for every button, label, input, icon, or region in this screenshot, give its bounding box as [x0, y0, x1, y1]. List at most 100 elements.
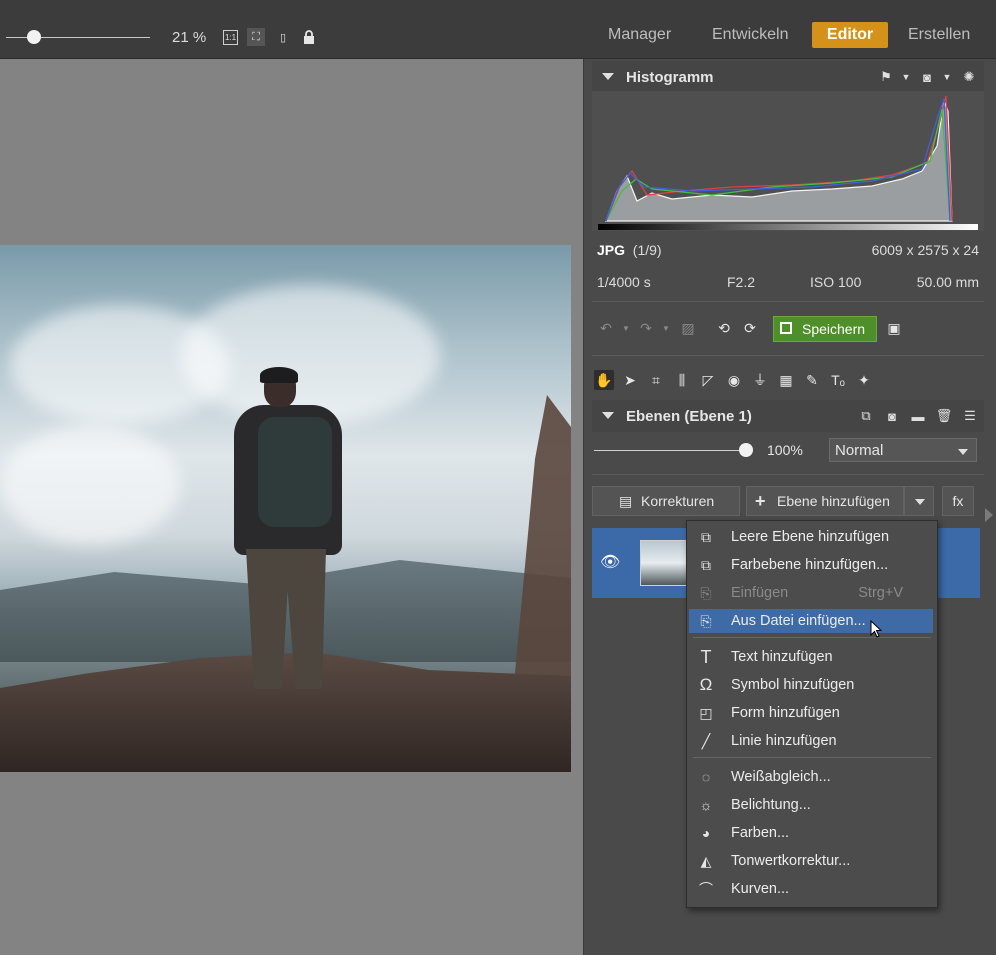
- opacity-value: 100%: [767, 442, 803, 458]
- rotate-right-icon[interactable]: ⟳: [740, 318, 760, 338]
- blend-mode-select[interactable]: Normal: [829, 438, 977, 462]
- perspective-tool-icon[interactable]: ⫼: [672, 370, 692, 390]
- shape-icon: ◰: [699, 705, 713, 721]
- shutter-speed: 1/4000 s: [597, 274, 651, 290]
- settings-icon[interactable]: ✺: [961, 69, 977, 85]
- lock-icon[interactable]: [300, 28, 318, 46]
- menu-item-colors[interactable]: ◕ Farben...: [689, 821, 933, 845]
- select-tool-icon[interactable]: ➤: [620, 370, 640, 390]
- menu-item-label: Symbol hinzufügen: [731, 677, 855, 693]
- selection-tool-icon[interactable]: ◸: [698, 370, 718, 390]
- undo-icon[interactable]: ↶: [596, 318, 616, 338]
- paste-icon: ⎘: [700, 585, 712, 601]
- hand-tool-icon[interactable]: ✋: [594, 370, 614, 390]
- one-to-one-icon[interactable]: 1:1: [223, 30, 238, 45]
- menu-item-white-balance[interactable]: ◌ Weißabgleich...: [689, 765, 933, 789]
- palette-icon: ◕: [701, 825, 711, 841]
- menu-item-label: Belichtung...: [731, 797, 811, 813]
- mouse-pointer-icon: [870, 620, 883, 638]
- highlight-warning-icon[interactable]: ⚑: [878, 69, 894, 85]
- menu-icon[interactable]: ☰: [962, 408, 978, 424]
- tab-entwickeln[interactable]: Entwickeln: [702, 22, 798, 48]
- expand-panel-icon[interactable]: [985, 508, 993, 522]
- zoom-slider-handle[interactable]: [27, 30, 41, 44]
- layer-mask-icon[interactable]: ◙: [884, 408, 900, 424]
- menu-item-add-shape[interactable]: ◰ Form hinzufügen: [689, 701, 933, 725]
- chevron-down-icon: [915, 499, 925, 505]
- mask-icon[interactable]: ◙: [919, 69, 935, 85]
- chevron-down-icon[interactable]: ▼: [939, 69, 955, 85]
- red-eye-tool-icon[interactable]: ◉: [724, 370, 744, 390]
- shortcut-label: Strg+V: [858, 585, 903, 601]
- brush-tool-icon[interactable]: ✎: [802, 370, 822, 390]
- menu-item-levels[interactable]: ◭ Tonwertkorrektur...: [689, 849, 933, 873]
- save-as-icon[interactable]: ▣: [884, 318, 904, 338]
- trash-icon[interactable]: 🗑: [936, 408, 953, 424]
- menu-separator: [693, 637, 931, 638]
- top-toolbar: 21 % 1:1 ⛶ ▯ Manager Entwickeln Editor E…: [0, 0, 996, 59]
- menu-item-color-layer[interactable]: ⧉ Farbebene hinzufügen...: [689, 553, 933, 577]
- effects-tool-icon[interactable]: ✦: [854, 370, 874, 390]
- compare-icon[interactable]: ▯: [274, 28, 292, 46]
- fx-button[interactable]: fx: [942, 486, 974, 516]
- menu-item-label: Kurven...: [731, 881, 790, 897]
- zoom-value: 21 %: [172, 29, 207, 46]
- menu-item-paste[interactable]: ⎘ Einfügen Strg+V: [689, 581, 933, 605]
- adjustments-icon: ▤: [619, 493, 633, 509]
- collapse-icon[interactable]: [602, 412, 614, 419]
- menu-item-add-line[interactable]: ╱ Linie hinzufügen: [689, 729, 933, 753]
- rotate-left-icon[interactable]: ⟲: [714, 318, 734, 338]
- corrections-label: Korrekturen: [641, 493, 715, 509]
- image-canvas[interactable]: [0, 59, 583, 955]
- duplicate-layer-icon[interactable]: ⧉: [858, 408, 874, 424]
- eye-icon[interactable]: 👁: [600, 552, 620, 572]
- layers-header[interactable]: Ebenen (Ebene 1) ⧉ ◙ ▬ 🗑 ☰: [592, 400, 984, 432]
- add-layer-menu: ⧉ Leere Ebene hinzufügen ⧉ Farbebene hin…: [686, 520, 938, 908]
- opacity-slider[interactable]: [594, 450, 746, 451]
- divider: [592, 301, 984, 302]
- menu-item-label: Linie hinzufügen: [731, 733, 837, 749]
- iso: ISO 100: [810, 274, 862, 290]
- image-index: (1/9): [632, 242, 662, 258]
- menu-item-label: Farben...: [731, 825, 790, 841]
- chevron-down-icon[interactable]: ▼: [616, 318, 636, 338]
- focal-length: 50.00 mm: [916, 274, 979, 290]
- tab-manager[interactable]: Manager: [598, 22, 681, 48]
- menu-item-label: Weißabgleich...: [731, 769, 831, 785]
- tab-erstellen[interactable]: Erstellen: [898, 22, 980, 48]
- save-icon: [780, 322, 792, 334]
- fit-screen-icon[interactable]: ⛶: [247, 28, 265, 46]
- add-layer-button[interactable]: + Ebene hinzufügen: [746, 486, 904, 516]
- divider: [592, 474, 984, 475]
- clone-tool-icon[interactable]: ⏚: [750, 370, 770, 390]
- crop-tool-icon[interactable]: ⌗: [646, 370, 666, 390]
- tab-editor[interactable]: Editor: [812, 22, 888, 48]
- corrections-button[interactable]: ▤ Korrekturen: [592, 486, 740, 516]
- grid-tool-icon[interactable]: ▦: [776, 370, 796, 390]
- omega-icon: Ω: [699, 675, 713, 694]
- menu-item-label: Tonwertkorrektur...: [731, 853, 851, 869]
- chevron-down-icon: [958, 449, 968, 455]
- menu-item-empty-layer[interactable]: ⧉ Leere Ebene hinzufügen: [689, 525, 933, 549]
- folder-icon[interactable]: ▬: [910, 408, 926, 424]
- image-icon[interactable]: ▨: [678, 318, 698, 338]
- curves-icon: ⌒: [699, 881, 713, 897]
- collapse-icon[interactable]: [602, 73, 614, 80]
- redo-icon[interactable]: ↷: [636, 318, 656, 338]
- menu-item-add-text[interactable]: T Text hinzufügen: [689, 645, 933, 669]
- add-layer-label: Ebene hinzufügen: [777, 493, 890, 509]
- text-tool-icon[interactable]: Tₒ: [828, 370, 848, 390]
- menu-item-curves[interactable]: ⌒ Kurven...: [689, 877, 933, 901]
- chevron-down-icon[interactable]: ▼: [898, 69, 914, 85]
- add-layer-dropdown[interactable]: [904, 486, 934, 516]
- aperture: F2.2: [727, 274, 756, 290]
- opacity-slider-handle[interactable]: [739, 443, 753, 457]
- color-layer-icon: ⧉: [701, 557, 711, 573]
- menu-item-add-symbol[interactable]: Ω Symbol hinzufügen: [689, 673, 933, 697]
- chevron-down-icon[interactable]: ▼: [656, 318, 676, 338]
- empty-layer-icon: ⧉: [701, 529, 711, 545]
- menu-item-paste-from-file[interactable]: ⎘ Aus Datei einfügen...: [689, 609, 933, 633]
- menu-item-exposure[interactable]: ☼ Belichtung...: [689, 793, 933, 817]
- save-button[interactable]: Speichern: [773, 316, 877, 342]
- histogram-header[interactable]: Histogramm ⚑ ▼ ◙ ▼ ✺: [592, 61, 984, 93]
